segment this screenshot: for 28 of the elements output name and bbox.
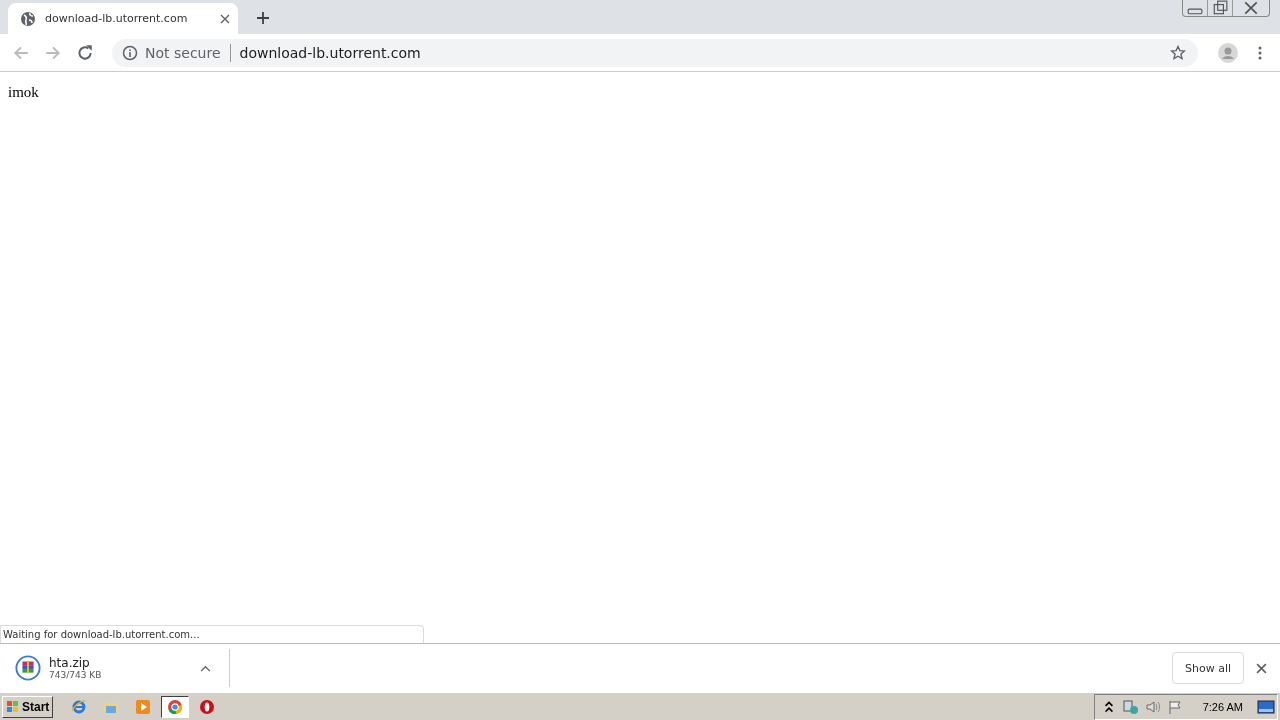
caret-icon[interactable] — [200, 664, 211, 672]
info-icon — [122, 44, 138, 61]
archive-icon — [15, 655, 41, 681]
chrome-app-icon[interactable] — [161, 695, 190, 718]
url-text: download-lb.utorrent.com — [239, 44, 421, 61]
flag-icon[interactable] — [1166, 698, 1183, 715]
show-all-button[interactable]: Show all — [1171, 652, 1244, 684]
menu-icon[interactable] — [1258, 44, 1262, 61]
close-icon[interactable] — [1256, 662, 1267, 674]
address-bar[interactable]: Not secure download-lb.utorrent.com — [112, 38, 1198, 67]
reload-icon[interactable] — [76, 43, 94, 62]
speaker-icon[interactable] — [1144, 698, 1161, 715]
status-bubble: Waiting for download-lb.utorrent.com... — [0, 625, 424, 643]
clock[interactable]: 7:26 AM — [1202, 700, 1243, 713]
file-name: hta.zip — [49, 656, 91, 670]
close-icon[interactable] — [220, 13, 230, 24]
windows-logo-icon — [6, 699, 20, 714]
new-tab-icon[interactable] — [256, 11, 270, 25]
security-label: Not secure — [145, 44, 221, 61]
show-desktop-icon[interactable] — [1257, 699, 1275, 714]
file-size: 743/743 KB — [49, 670, 103, 680]
page-text: imok — [8, 84, 39, 100]
globe-icon — [20, 10, 36, 27]
profile-icon[interactable] — [1218, 42, 1238, 63]
start-button[interactable]: Start — [2, 695, 54, 718]
browser-tab[interactable]: download-lb.utorrent.com — [8, 3, 238, 34]
download-item[interactable]: hta.zip 743/743 KB — [0, 649, 230, 687]
star-icon[interactable] — [1170, 44, 1186, 61]
